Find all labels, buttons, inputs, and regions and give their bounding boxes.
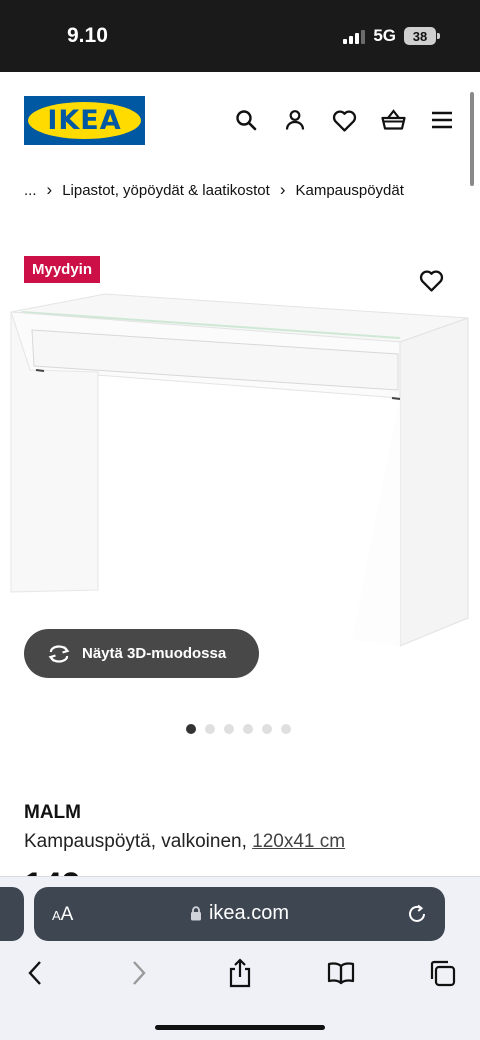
breadcrumb-item-dressers[interactable]: Lipastot, yöpöydät & laatikostot xyxy=(62,182,270,199)
bookmarks-icon[interactable] xyxy=(323,955,359,991)
forward-icon[interactable] xyxy=(121,955,157,991)
ikea-logo[interactable]: IKEA xyxy=(24,96,145,145)
product-description: Kampauspöytä, valkoinen, 120x41 cm xyxy=(24,831,345,853)
view-3d-button[interactable]: Näytä 3D-muodossa xyxy=(24,629,259,678)
status-indicators: 5G 38 xyxy=(343,26,440,46)
browser-toolbar xyxy=(0,955,480,995)
view-3d-label: Näytä 3D-muodossa xyxy=(82,645,227,662)
previous-tab-preview[interactable] xyxy=(0,887,24,941)
browser-bar: AA ikea.com xyxy=(0,876,480,1040)
gallery-dot[interactable] xyxy=(186,724,196,734)
gallery-dot[interactable] xyxy=(243,724,253,734)
gallery-dot[interactable] xyxy=(281,724,291,734)
network-label: 5G xyxy=(373,26,396,45)
rotate-3d-icon xyxy=(48,644,70,663)
header-actions xyxy=(232,106,456,134)
lock-icon xyxy=(190,906,201,921)
product-name: MALM xyxy=(24,802,81,823)
breadcrumb-item-dressing-tables[interactable]: Kampauspöydät xyxy=(296,182,404,199)
page-scrollbar[interactable] xyxy=(470,92,474,186)
bestseller-badge: Myydyin xyxy=(24,256,101,283)
breadcrumb-ellipsis[interactable]: ... xyxy=(24,182,37,199)
status-time: 9.10 xyxy=(67,24,108,47)
battery-level: 38 xyxy=(404,27,436,45)
gallery-dot[interactable] xyxy=(224,724,234,734)
signal-icon xyxy=(343,28,366,44)
home-indicator[interactable] xyxy=(155,1025,325,1030)
search-icon[interactable] xyxy=(232,106,260,134)
gallery-dot[interactable] xyxy=(262,724,272,734)
product-image[interactable] xyxy=(0,290,480,650)
menu-icon[interactable] xyxy=(428,106,456,134)
status-bar: 9.10 5G 38 xyxy=(0,0,480,72)
url-text: ikea.com xyxy=(208,902,290,924)
logo-text: IKEA xyxy=(47,105,122,136)
chevron-right-icon: › xyxy=(46,180,53,199)
address-bar[interactable]: AA ikea.com xyxy=(34,887,445,941)
breadcrumb: ... › Lipastot, yöpöydät & laatikostot ›… xyxy=(24,180,404,200)
battery-icon: 38 xyxy=(404,27,440,45)
site-header: IKEA xyxy=(0,72,480,170)
reload-icon[interactable] xyxy=(405,902,429,926)
gallery-pagination[interactable] xyxy=(186,724,291,734)
product-size-link[interactable]: 120x41 cm xyxy=(252,831,345,852)
wishlist-heart-icon[interactable] xyxy=(330,106,358,134)
gallery-dot[interactable] xyxy=(205,724,215,734)
tabs-icon[interactable] xyxy=(424,955,460,991)
account-icon[interactable] xyxy=(281,106,309,134)
shopping-basket-icon[interactable] xyxy=(379,106,407,134)
url-display: ikea.com xyxy=(34,902,445,925)
product-type: Kampauspöytä, valkoinen, xyxy=(24,831,253,852)
back-icon[interactable] xyxy=(17,955,53,991)
share-icon[interactable] xyxy=(222,955,258,991)
chevron-right-icon: › xyxy=(279,180,286,199)
